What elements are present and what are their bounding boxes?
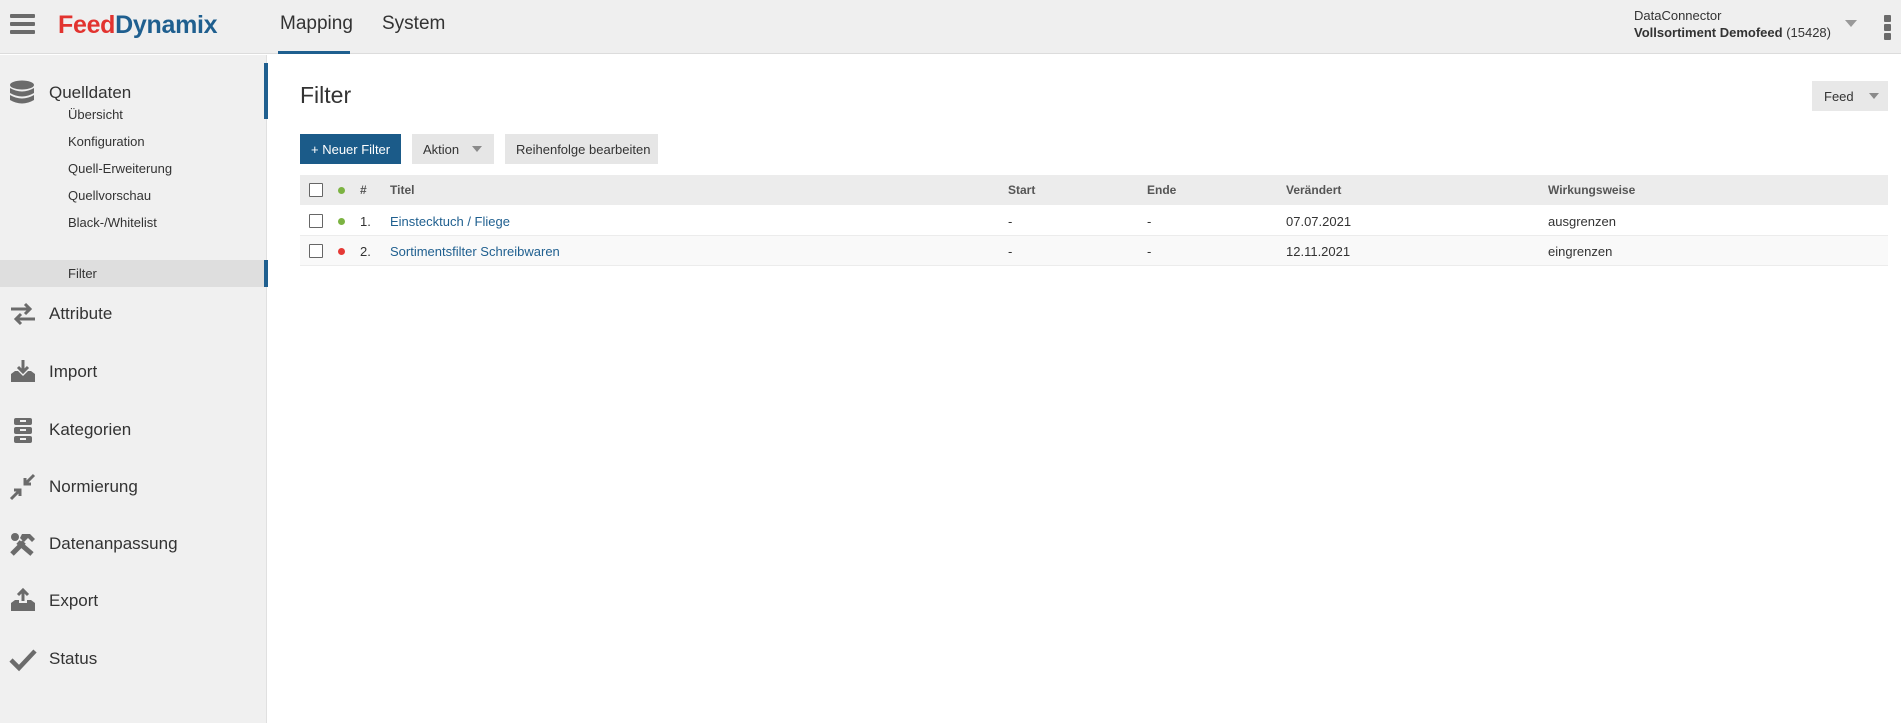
sidebar-item-attribute[interactable]: Attribute [0, 294, 267, 334]
sidebar-subitem-konfiguration[interactable]: Konfiguration [0, 128, 267, 155]
menu-icon[interactable] [10, 14, 35, 34]
sidebar-subitem-uebersicht[interactable]: Übersicht [0, 101, 267, 128]
header-changed[interactable]: Verändert [1286, 183, 1341, 197]
row-changed: 12.11.2021 [1286, 244, 1351, 259]
table-row[interactable]: 2. Sortimentsfilter Schreibwaren - - 12.… [300, 236, 1888, 266]
sidebar: Quelldaten Übersicht Konfiguration Quell… [0, 55, 268, 723]
sidebar-subitem-label: Black-/Whitelist [68, 215, 157, 230]
row-mode: eingrenzen [1548, 244, 1613, 259]
sidebar-item-kategorien[interactable]: Kategorien [0, 410, 267, 450]
connector-feed-name: Vollsortiment Demofeed [1634, 25, 1783, 40]
row-checkbox[interactable] [309, 214, 323, 228]
sidebar-item-label: Status [49, 649, 98, 668]
sidebar-subitem-filter[interactable]: Filter [0, 260, 268, 287]
row-end: - [1147, 214, 1152, 229]
row-num: 2. [360, 244, 371, 259]
table-row[interactable]: 1. Einstecktuch / Fliege - - 07.07.2021 … [300, 206, 1888, 236]
tools-icon [10, 533, 35, 556]
arrows-swap-icon [11, 302, 35, 326]
row-checkbox[interactable] [309, 244, 323, 258]
sidebar-item-normierung[interactable]: Normierung [0, 467, 267, 507]
row-changed: 07.07.2021 [1286, 214, 1352, 229]
import-tray-icon [11, 360, 35, 382]
chevron-down-icon[interactable] [1845, 20, 1857, 27]
status-dot-icon [338, 218, 345, 225]
compress-arrows-icon [9, 473, 36, 501]
categories-icon [14, 418, 32, 443]
header-title[interactable]: Titel [390, 183, 414, 197]
sidebar-item-datenanpassung[interactable]: Datenanpassung [0, 524, 267, 564]
sidebar-subitem-label: Konfiguration [68, 134, 145, 149]
row-title-link[interactable]: Sortimentsfilter Schreibwaren [390, 244, 560, 259]
sidebar-item-label: Import [49, 362, 98, 381]
header-end[interactable]: Ende [1147, 183, 1176, 197]
sidebar-item-label: Kategorien [49, 420, 132, 439]
row-num: 1. [360, 214, 371, 229]
connector-feed: Vollsortiment Demofeed (15428) [1634, 24, 1831, 42]
connector-feed-id: (15428) [1786, 25, 1831, 40]
row-mode: ausgrenzen [1548, 214, 1616, 229]
sidebar-item-import[interactable]: Import [0, 352, 267, 392]
logo-part-dynamix: Dynamix [115, 11, 218, 39]
check-icon [9, 649, 37, 672]
row-start: - [1008, 244, 1013, 259]
new-filter-label: + Neuer Filter [311, 142, 391, 157]
sidebar-item-label: Datenanpassung [49, 534, 178, 553]
header-num[interactable]: # [360, 183, 367, 197]
sidebar-item-status[interactable]: Status [0, 639, 267, 679]
row-title-link[interactable]: Einstecktuch / Fliege [390, 214, 510, 229]
row-end: - [1147, 244, 1152, 259]
sidebar-subitem-label: Quellvorschau [68, 188, 152, 203]
header-mode[interactable]: Wirkungsweise [1548, 183, 1635, 197]
select-all-checkbox[interactable] [309, 183, 323, 197]
more-vertical-icon[interactable] [1884, 15, 1892, 41]
sidebar-subitem-quell-erweiterung[interactable]: Quell-Erweiterung [0, 155, 267, 182]
connector-selector[interactable]: DataConnector Vollsortiment Demofeed (15… [1634, 8, 1831, 42]
sidebar-item-label: Export [49, 591, 99, 610]
status-dot-icon [338, 248, 345, 255]
logo-part-feed: Feed [58, 11, 116, 39]
sidebar-subitem-label: Quell-Erweiterung [68, 161, 173, 176]
reorder-button[interactable]: Reihenfolge bearbeiten [505, 134, 658, 164]
sidebar-subitem-label: Filter [68, 266, 97, 281]
feed-select-label: Feed [1824, 89, 1854, 104]
sidebar-subitem-quellvorschau[interactable]: Quellvorschau [0, 182, 267, 209]
action-dropdown-button[interactable]: Aktion [412, 134, 494, 164]
chevron-down-icon [1869, 93, 1879, 99]
sidebar-subitem-black-whitelist[interactable]: Black-/Whitelist [0, 209, 267, 236]
sidebar-item-export[interactable]: Export [0, 581, 267, 621]
export-tray-icon [11, 587, 35, 611]
sidebar-item-label: Attribute [49, 304, 113, 323]
sidebar-item-label: Quelldaten [49, 83, 132, 102]
sidebar-item-label: Normierung [49, 477, 138, 496]
reorder-label: Reihenfolge bearbeiten [516, 142, 651, 157]
new-filter-button[interactable]: + Neuer Filter [300, 134, 401, 164]
chevron-down-icon [472, 146, 482, 152]
page-title: Filter [300, 82, 352, 108]
header-start[interactable]: Start [1008, 183, 1035, 197]
row-start: - [1008, 214, 1013, 229]
action-label: Aktion [423, 142, 460, 157]
status-dot-icon [338, 187, 345, 194]
tab-system[interactable]: System [382, 0, 445, 54]
logo[interactable]: FeedDynamix [58, 11, 218, 40]
table-header: # Titel Start Ende Verändert Wirkungswei… [300, 175, 1888, 205]
connector-label: DataConnector [1634, 8, 1722, 23]
feed-select[interactable]: Feed [1812, 81, 1888, 111]
top-bar: FeedDynamix Mapping System DataConnector… [0, 0, 1901, 54]
tab-mapping[interactable]: Mapping [278, 0, 353, 54]
sidebar-subitem-label: Übersicht [68, 107, 123, 122]
